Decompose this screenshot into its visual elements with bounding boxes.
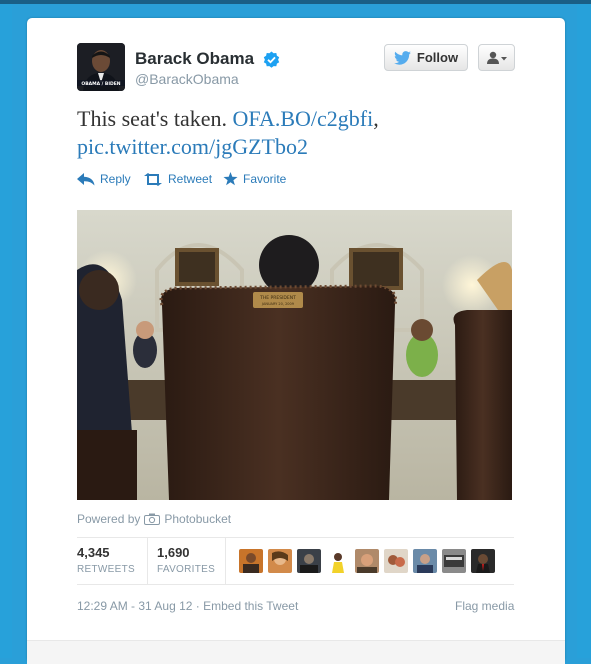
favoriter-avatar[interactable] [297,549,321,573]
user-avatar-icon [326,549,350,573]
retweets-label: RETWEETS [77,564,135,575]
favoriter-avatar[interactable] [471,549,495,573]
tweet-body: This seat's taken. [77,106,227,131]
user-avatar-icon [239,549,263,573]
verified-badge-icon [263,51,280,68]
user-avatar-icon [297,549,321,573]
plaque-line-1: THE PRESIDENT [259,295,296,301]
tweet-link-ofa[interactable]: OFA.BO/c2gbfi [232,106,373,131]
reply-icon [77,172,95,185]
retweet-button[interactable]: Retweet [143,172,212,186]
tweet-photo[interactable]: THE PRESIDENT JANUARY 20, 2009 [77,210,512,500]
retweet-icon [144,172,162,186]
footer-separator: · [195,599,200,613]
tweet-text: This seat's taken. OFA.BO/c2gbfi, pic.tw… [77,105,537,161]
card-footer-band [27,640,565,664]
avatar-image: OBAMA / BIDEN [77,43,125,91]
retweets-stat[interactable]: 4,345 RETWEETS [77,538,147,584]
favoriter-avatar[interactable] [384,549,408,573]
timestamp[interactable]: 12:29 AM - 31 Aug 12 [77,599,192,613]
oval-office-chair-photo: THE PRESIDENT JANUARY 20, 2009 [77,210,512,500]
avatar[interactable]: OBAMA / BIDEN [77,43,125,91]
tweet-link-pic[interactable]: pic.twitter.com/jgGZTbo2 [77,134,308,159]
user-dropdown-icon [486,51,507,64]
user-avatar-icon [471,549,495,573]
favoriter-avatar[interactable] [268,549,292,573]
follow-button[interactable]: Follow [384,44,468,71]
user-avatar-icon [384,549,408,573]
user-actions-button[interactable] [478,44,515,71]
favoriter-avatar[interactable] [326,549,350,573]
favorite-label: Favorite [243,172,287,186]
embed-tweet-link[interactable]: Embed this Tweet [203,599,298,613]
user-avatar-icon [442,549,466,573]
right-background [577,4,591,658]
user-avatar-icon [268,549,292,573]
favorites-label: FAVORITES [157,564,216,575]
star-icon [223,172,238,186]
flag-media-link[interactable]: Flag media [455,599,514,613]
follow-label: Follow [416,50,459,65]
favorite-button[interactable]: Favorite [223,172,286,186]
powered-by: Powered by Photobucket [77,512,231,526]
favorites-count: 1,690 [157,545,190,560]
top-bar [0,0,591,4]
retweets-count: 4,345 [77,545,110,560]
user-handle[interactable]: @BarackObama [135,71,239,87]
left-background [0,4,12,658]
tweet-comma: , [373,106,379,131]
twitter-bird-icon [394,50,411,65]
stats-divider [225,538,226,584]
avatar-caption: OBAMA / BIDEN [81,81,120,87]
tweet-footer: 12:29 AM - 31 Aug 12 · Embed this Tweet [77,599,298,613]
user-avatar-icon [413,549,437,573]
stats-divider [147,538,148,584]
plaque-line-2: JANUARY 20, 2009 [261,302,294,306]
camera-icon [144,513,161,525]
powered-by-label: Powered by [77,512,141,526]
reply-button[interactable]: Reply [77,172,131,186]
favoriter-avatar[interactable] [355,549,379,573]
photobucket-link[interactable]: Photobucket [164,512,231,526]
favoriter-avatar[interactable] [239,549,263,573]
favoriter-avatar[interactable] [442,549,466,573]
favorites-stat[interactable]: 1,690 FAVORITES [157,538,225,584]
user-avatar-icon [355,549,379,573]
user-name[interactable]: Barack Obama [135,49,254,69]
tweet-stats: 4,345 RETWEETS 1,690 FAVORITES [77,537,514,585]
retweet-label: Retweet [168,172,213,186]
favoriter-avatar[interactable] [413,549,437,573]
reply-label: Reply [100,172,131,186]
tweet-card: OBAMA / BIDEN Barack Obama @BarackObama … [27,18,565,664]
